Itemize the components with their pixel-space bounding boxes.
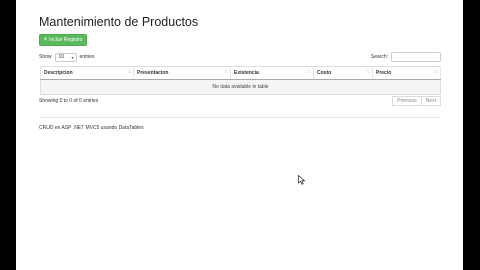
entries-label: entries (79, 54, 95, 60)
plus-icon: + (43, 37, 48, 43)
pagination: Previous Next (392, 96, 441, 106)
page-length-control: Show 10 ▾ entries (39, 52, 95, 62)
browser-page: Mantenimiento de Productos + Incluir Reg… (16, 0, 463, 270)
products-table: Descripcion ↓ Presentacion ↑↓ Existencia… (40, 66, 441, 95)
sort-icon: ↑↓ (307, 69, 311, 75)
table-info: Showing 0 to 0 of 0 entries (39, 98, 99, 104)
footer-divider (39, 117, 441, 118)
table-row: No data available in table (40, 79, 441, 95)
previous-button[interactable]: Previous (392, 96, 422, 106)
sort-icon: ↑↓ (434, 69, 438, 75)
search-control: Search: (371, 51, 441, 62)
column-label: Descripcion (44, 70, 73, 76)
mouse-cursor-icon (298, 175, 306, 185)
sort-ascending-icon: ↓ (128, 69, 131, 75)
search-input[interactable] (391, 51, 441, 62)
page-length-select[interactable]: 10 ▾ (54, 52, 77, 62)
add-record-label: Incluir Registro (49, 37, 83, 43)
chevron-down-icon: ▾ (71, 54, 74, 60)
show-label: Show (39, 54, 52, 60)
page-title: Mantenimiento de Productos (39, 15, 199, 29)
page-length-value: 10 (58, 54, 65, 60)
column-header-presentacion[interactable]: Presentacion ↑↓ (133, 66, 231, 80)
next-button[interactable]: Next (421, 96, 441, 106)
column-header-descripcion[interactable]: Descripcion ↓ (40, 66, 134, 80)
column-header-precio[interactable]: Precio ↑↓ (372, 66, 441, 80)
table-header-row: Descripcion ↓ Presentacion ↑↓ Existencia… (40, 66, 441, 80)
empty-table-message: No data available in table (40, 79, 441, 95)
search-label: Search: (370, 53, 388, 60)
column-header-existencia[interactable]: Existencia ↑↓ (230, 66, 314, 80)
column-header-costo[interactable]: Costo ↑↓ (313, 66, 373, 80)
column-label: Presentacion (137, 70, 169, 76)
sort-icon: ↑↓ (366, 69, 370, 75)
add-record-button[interactable]: + Incluir Registro (39, 34, 87, 46)
column-label: Existencia (234, 70, 259, 76)
column-label: Precio (376, 70, 392, 76)
column-label: Costo (317, 70, 332, 76)
footer-text: CRUD en ASP .NET MVC5 usando DataTables (39, 125, 144, 131)
sort-icon: ↑↓ (224, 69, 228, 75)
